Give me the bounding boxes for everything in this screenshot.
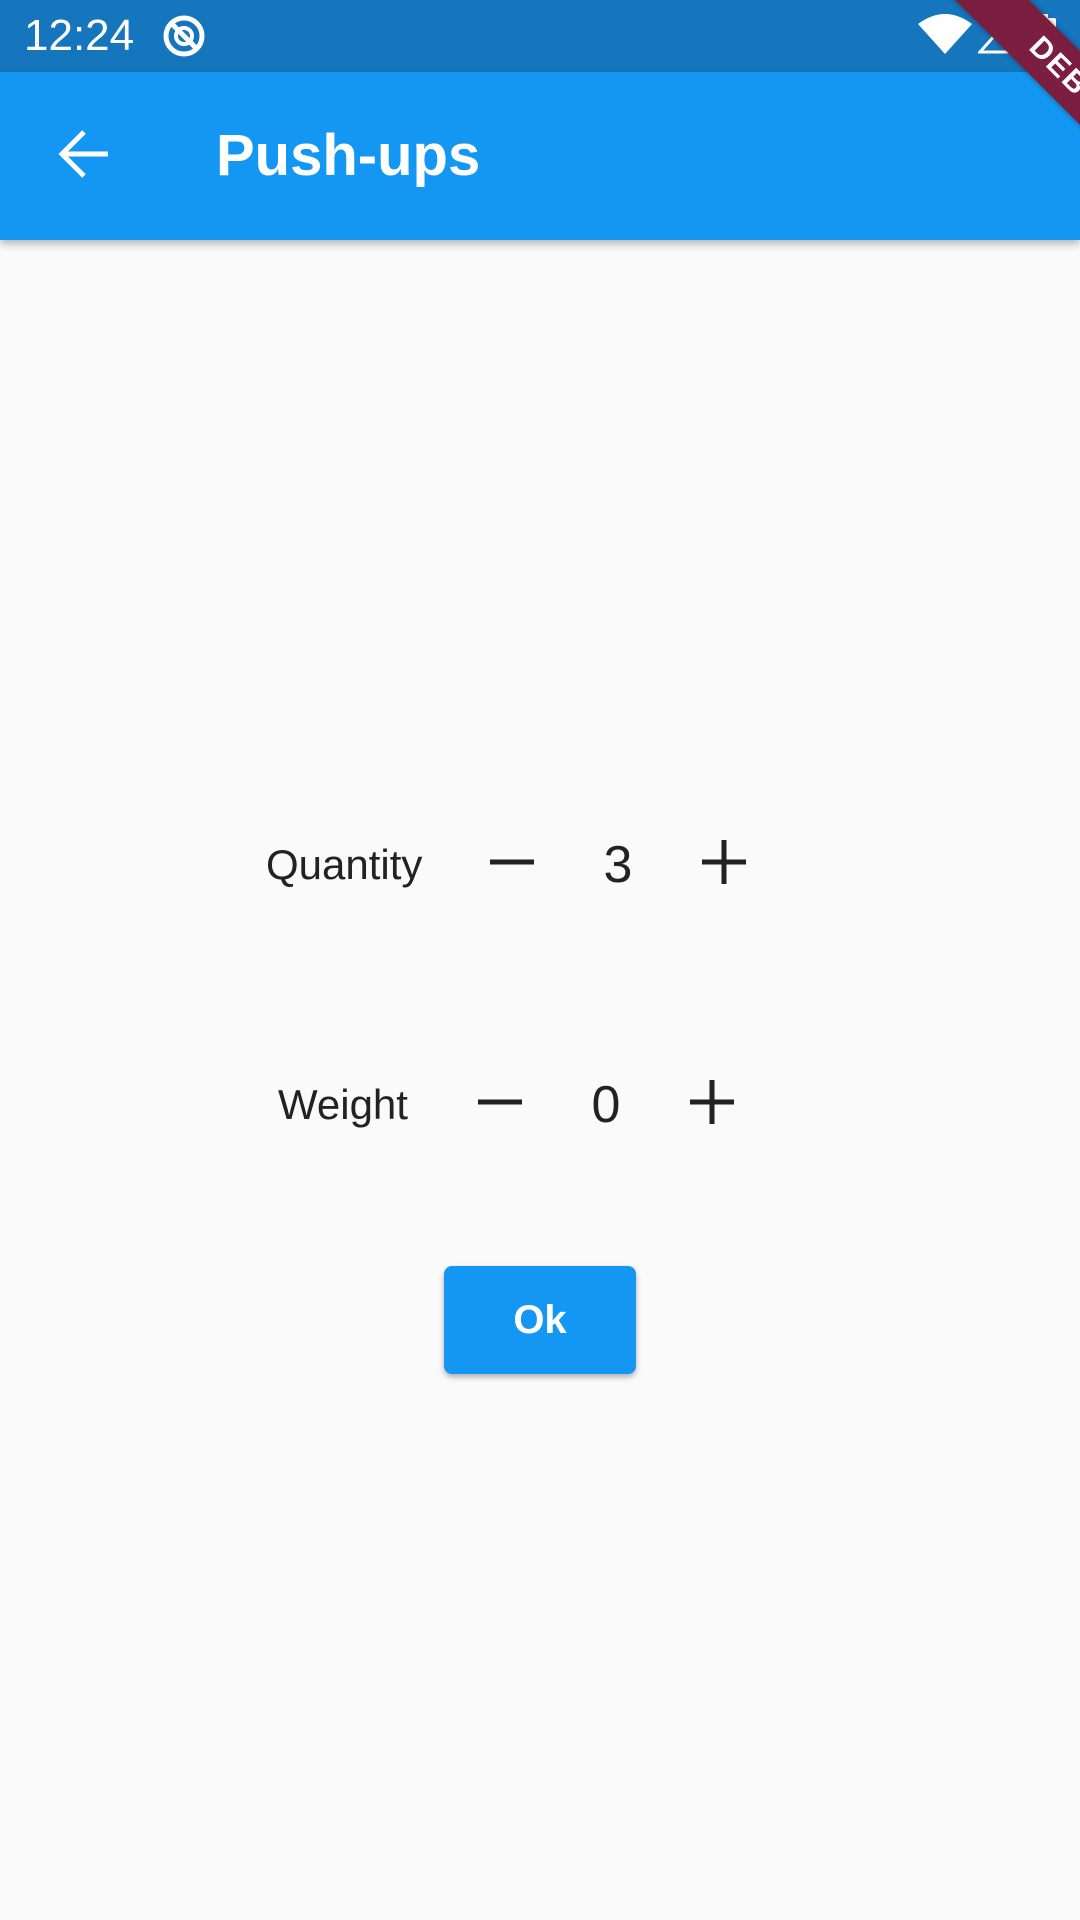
app-bar: Push-ups: [0, 72, 1080, 240]
plus-icon: [700, 838, 748, 891]
battery-icon: [1032, 14, 1056, 56]
status-bar: 12:24: [0, 0, 1080, 72]
quantity-value: 3: [603, 836, 633, 894]
minus-icon: [488, 838, 536, 891]
status-time: 12:24: [24, 11, 135, 60]
wifi-icon: [918, 14, 972, 54]
page-title: Push-ups: [216, 123, 481, 188]
quantity-increment-button[interactable]: [684, 824, 764, 904]
weight-increment-button[interactable]: [672, 1064, 752, 1144]
plus-icon: [688, 1078, 736, 1131]
minus-icon: [476, 1078, 524, 1131]
back-button[interactable]: [40, 112, 128, 200]
ok-button[interactable]: Ok: [444, 1266, 636, 1374]
weight-decrement-button[interactable]: [460, 1064, 540, 1144]
arrow-back-icon: [56, 126, 112, 187]
quantity-label: Quantity: [266, 841, 423, 888]
signal-icon: [976, 12, 1014, 54]
app-notification-icon: [162, 14, 206, 58]
weight-stepper: Weight 0: [0, 1054, 1080, 1154]
quantity-stepper: Quantity 3: [0, 814, 1080, 914]
quantity-decrement-button[interactable]: [472, 824, 552, 904]
weight-label: Weight: [278, 1081, 408, 1128]
weight-value: 0: [591, 1076, 621, 1134]
